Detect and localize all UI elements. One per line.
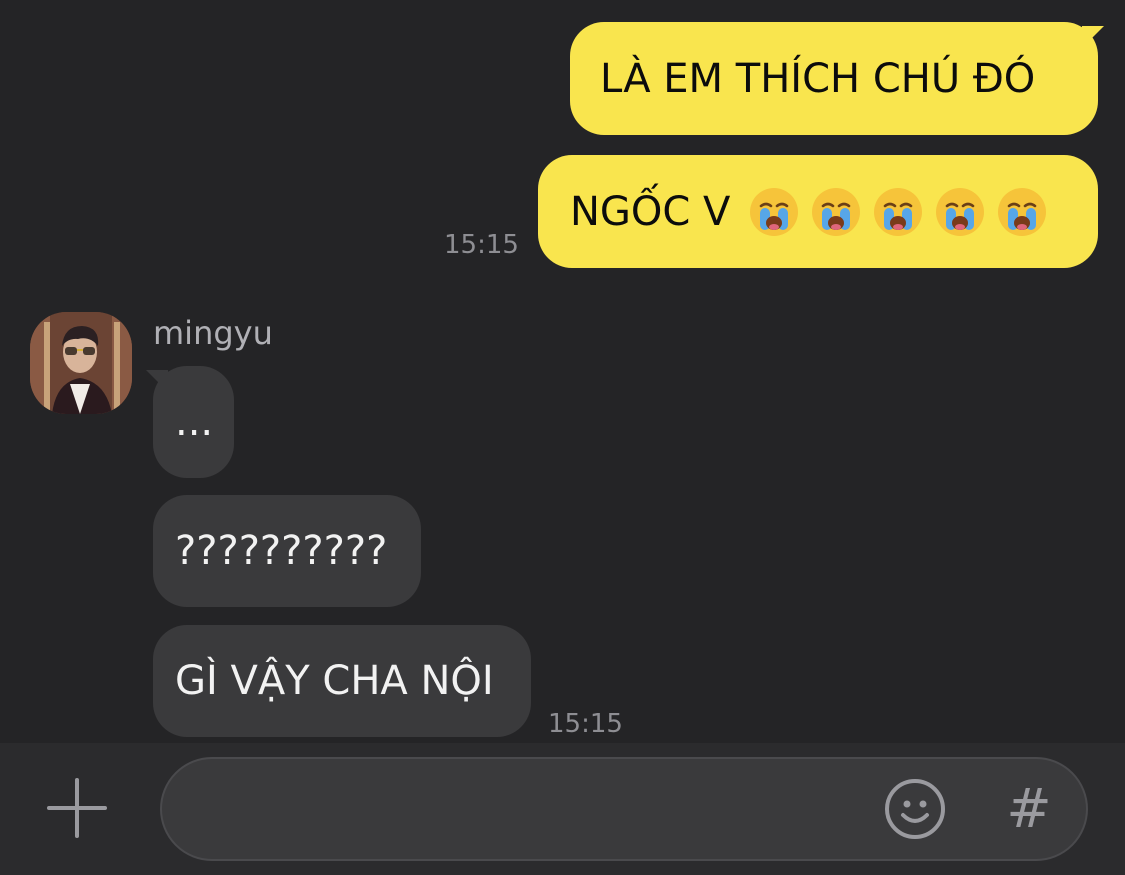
outgoing-message[interactable]: LÀ EM THÍCH CHÚ ĐÓ (570, 22, 1098, 135)
loudly-crying-face-icon (874, 187, 923, 236)
message-text: LÀ EM THÍCH CHÚ ĐÓ (600, 55, 1036, 102)
message-text: NGỐC V (570, 188, 731, 235)
message-text: ?????????? (175, 528, 388, 574)
loudly-crying-face-icon (998, 187, 1047, 236)
loudly-crying-face-icon (750, 187, 799, 236)
message-text: ... (175, 399, 214, 445)
message-timestamp: 15:15 (548, 709, 623, 739)
avatar-photo (30, 312, 132, 414)
bubble-tail (1082, 26, 1104, 48)
message-input[interactable] (160, 757, 1088, 861)
incoming-message[interactable]: ... (153, 366, 234, 478)
message-text: GÌ VẬY CHA NỘI (175, 658, 494, 704)
incoming-message[interactable]: GÌ VẬY CHA NỘI (153, 625, 531, 737)
plus-icon[interactable] (46, 777, 108, 839)
loudly-crying-face-icon (812, 187, 861, 236)
avatar[interactable] (30, 312, 132, 414)
chat-screen: LÀ EM THÍCH CHÚ ĐÓ NGỐC V 15:15 mingyu .… (0, 0, 1125, 875)
loudly-crying-face-icon (936, 187, 985, 236)
smile-icon[interactable] (883, 777, 947, 841)
incoming-message[interactable]: ?????????? (153, 495, 421, 607)
message-timestamp: 15:15 (444, 230, 519, 260)
emoji-row (738, 186, 1048, 238)
outgoing-message[interactable]: NGỐC V (538, 155, 1098, 268)
sender-name: mingyu (153, 314, 273, 352)
hashtag-icon[interactable]: # (1005, 777, 1053, 841)
